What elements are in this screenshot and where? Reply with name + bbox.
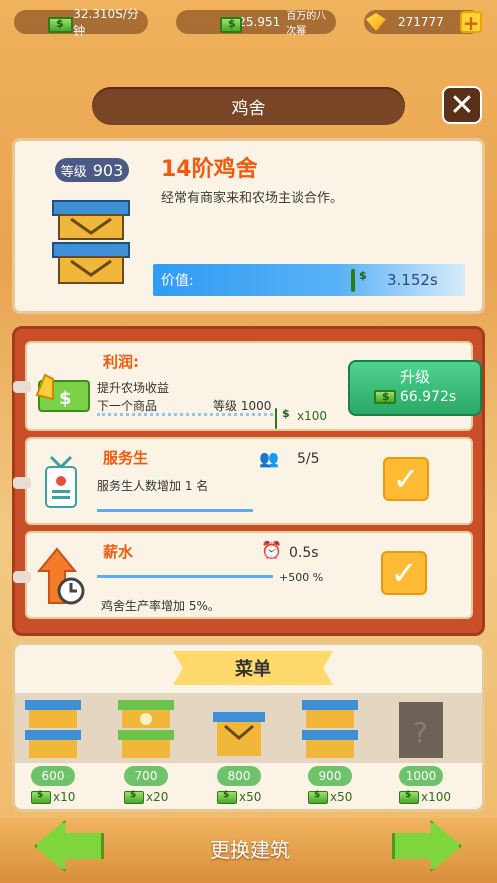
coop-level-4-icon — [302, 700, 358, 758]
upgrade-cash-icon — [373, 390, 396, 404]
menu-ribbon: 菜单 — [173, 651, 333, 685]
cash-icon — [124, 790, 144, 804]
add-gems-button[interactable]: + — [460, 11, 482, 33]
waiter-progress-bar — [97, 509, 253, 512]
value-label: 价值: — [161, 273, 194, 289]
menu-item-price: 800 — [217, 766, 261, 786]
profit-cash-icon: $ — [35, 373, 90, 412]
svg-text:?: ? — [413, 716, 428, 749]
close-button[interactable]: ✕ — [442, 86, 482, 124]
upgrade-button-label: 升级 — [399, 368, 430, 386]
menu-panel: 菜单 600 x10 700 x20 800 x50 900 x50 ? 100… — [12, 642, 485, 812]
close-icon: ✕ — [449, 88, 475, 123]
speed-up-clock-icon — [37, 547, 85, 605]
salary-time: 0.5s — [289, 545, 319, 561]
row-tab — [13, 477, 31, 489]
salary-description: 鸡舍生产率增加 5%。 — [101, 599, 220, 613]
gem-amount: 271777 — [398, 15, 444, 29]
menu-item-multiplier: x10 — [31, 790, 75, 804]
cash-icon — [48, 17, 74, 33]
profit-subtitle: 提升农场收益 — [97, 381, 170, 395]
page-title-text: 鸡舍 — [231, 98, 266, 119]
profit-title: 利润: — [103, 353, 139, 371]
row-tab — [13, 571, 31, 583]
gem-pill: 271777 + — [364, 10, 482, 34]
cash-pill: 25.951 百万的八次幂 — [176, 10, 336, 37]
waiter-count: 5/5 — [297, 451, 320, 467]
level-label: 等级 — [60, 164, 87, 180]
menu-item-multiplier: x100 — [399, 790, 451, 804]
upgrade-cost: 66.972s — [399, 389, 457, 405]
id-badge-icon — [45, 455, 77, 508]
cash-icon — [217, 790, 237, 804]
cash-stack-icon — [220, 17, 243, 33]
income-rate: 32.310S/分钟 — [73, 7, 139, 38]
row-tab — [13, 381, 31, 393]
building-info-card: 等级 903 14阶鸡舍 经常有商家来和农场主谈合作。 价值: 3.152s — [12, 138, 485, 314]
building-description: 经常有商家来和农场主谈合作。 — [161, 191, 344, 206]
next-item-level: 等级 1000 — [213, 399, 272, 413]
upgrades-panel: $ 利润: 提升农场收益 下一个商品 等级 1000 x100 升级 66.97… — [12, 326, 485, 636]
profit-row: $ 利润: 提升农场收益 下一个商品 等级 1000 x100 升级 66.97… — [13, 341, 482, 431]
gem-icon — [366, 13, 386, 31]
page-title: 鸡舍 — [92, 87, 405, 125]
coop-level-3-icon — [213, 712, 265, 756]
menu-title: 菜单 — [235, 659, 271, 680]
cash-icon — [399, 790, 419, 804]
coop-level-2-icon — [118, 700, 174, 758]
menu-item-multiplier: x50 — [217, 790, 261, 804]
salary-title: 薪水 — [103, 543, 134, 561]
profit-multiplier: x100 — [297, 409, 328, 423]
svg-text:$: $ — [59, 388, 72, 409]
salary-bonus: +500 % — [279, 571, 324, 584]
building-value: 3.152s — [387, 271, 438, 289]
alarm-clock-icon: ⏰ — [261, 541, 283, 561]
upgrade-button[interactable]: 升级 66.972s — [348, 360, 482, 416]
cash-icon — [308, 790, 328, 804]
cash-unit: 百万的八次幂 — [286, 11, 327, 37]
progress-dots — [97, 413, 273, 416]
salary-row: 薪水 ⏰ 0.5s +500 % 鸡舍生产率增加 5%。 ✓ — [13, 531, 473, 619]
building-name: 14阶鸡舍 — [161, 157, 258, 182]
menu-item-price: 900 — [308, 766, 352, 786]
salary-check-button[interactable]: ✓ — [381, 551, 427, 595]
value-cash-icon — [351, 269, 355, 292]
switch-building-label: 更换建筑 — [210, 838, 290, 862]
cash-amount: 25.951 — [238, 15, 281, 29]
menu-item-mult: x10 — [53, 790, 76, 804]
cash-icon — [31, 790, 51, 804]
menu-item-price: 700 — [124, 766, 168, 786]
next-item-label: 下一个商品 — [97, 399, 158, 413]
people-icon: 👥 — [259, 449, 279, 468]
menu-item-price: 600 — [31, 766, 75, 786]
waiter-row: 服务生 👥 5/5 服务生人数增加 1 名 ✓ — [13, 437, 473, 525]
waiter-description: 服务生人数增加 1 名 — [97, 479, 209, 493]
income-rate-pill: 32.310S/分钟 — [14, 7, 148, 38]
waiter-check-button[interactable]: ✓ — [383, 457, 429, 501]
menu-item-mult: x20 — [146, 790, 169, 804]
menu-item-mult: x100 — [421, 790, 452, 804]
waiter-title: 服务生 — [103, 449, 149, 467]
menu-item-mult: x50 — [239, 790, 262, 804]
menu-item-multiplier: x20 — [124, 790, 168, 804]
level-value: 903 — [92, 160, 124, 180]
menu-item-multiplier: x50 — [308, 790, 352, 804]
chicken-coop-icon — [52, 200, 130, 284]
coop-level-1-icon — [25, 700, 81, 758]
salary-progress-bar — [97, 575, 273, 578]
locked-building-icon: ? — [399, 702, 443, 758]
menu-item-price: 1000 — [399, 766, 443, 786]
multiplier-cash-icon — [275, 408, 277, 429]
level-badge: 等级 903 — [55, 158, 129, 182]
menu-item-mult: x50 — [330, 790, 353, 804]
